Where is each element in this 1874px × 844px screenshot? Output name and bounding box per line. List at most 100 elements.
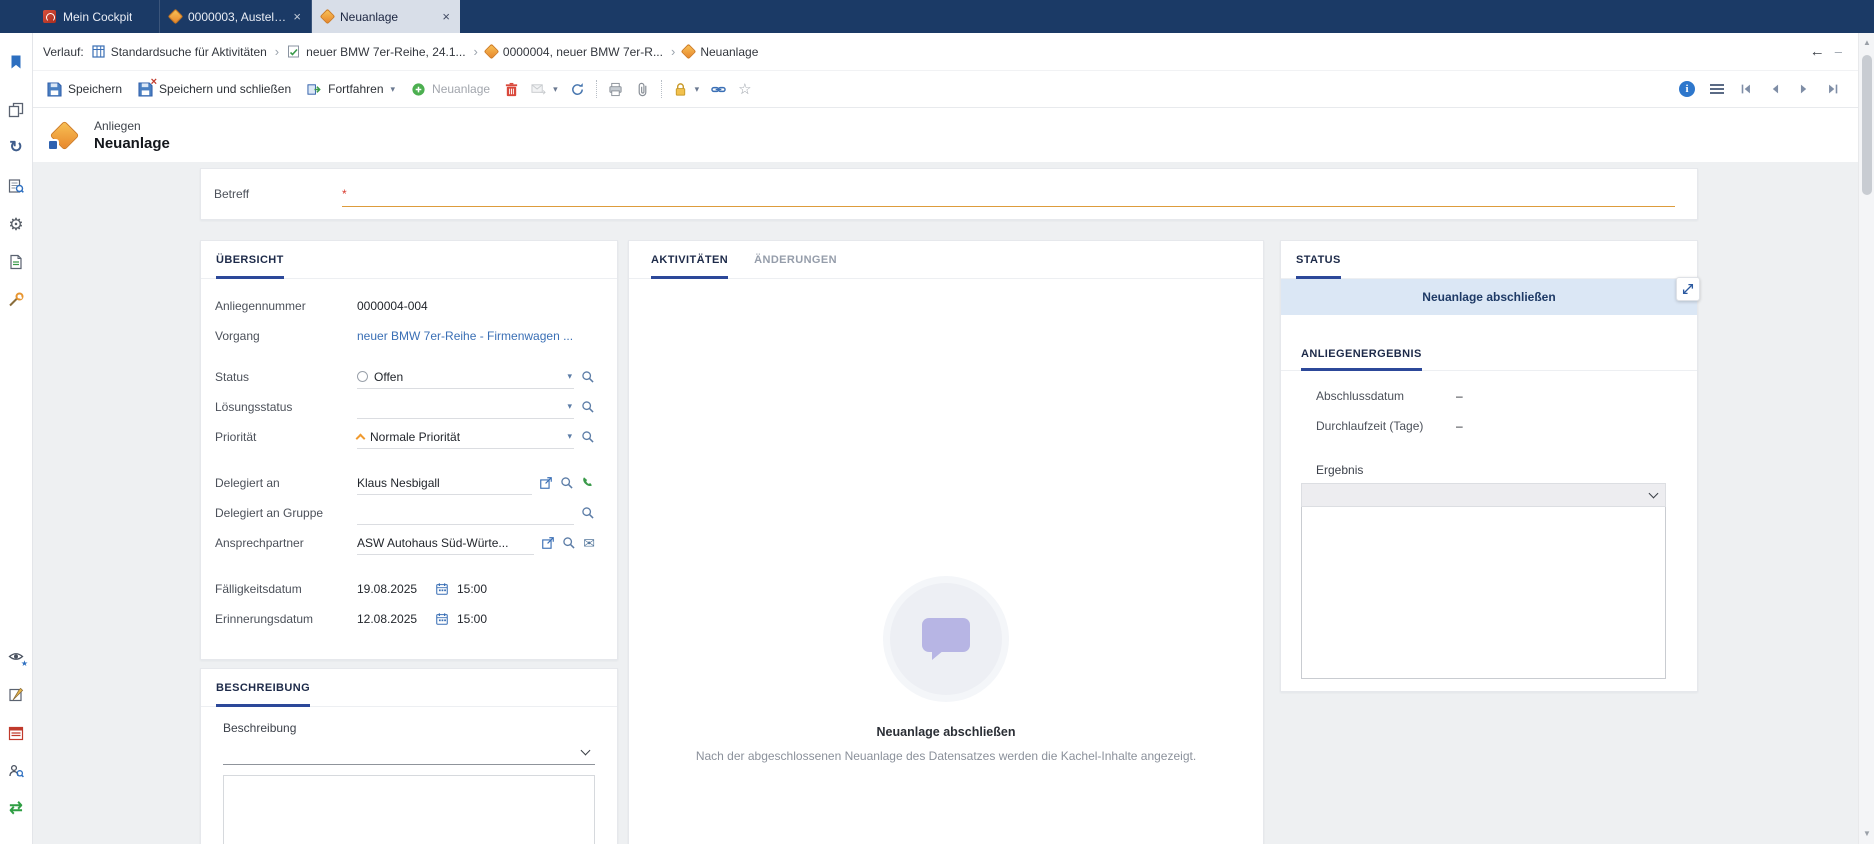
search-icon[interactable] xyxy=(581,430,595,444)
permissions-button[interactable]: ▾ xyxy=(667,76,706,102)
left-icon-sidebar: ↻ ⚙ ★ ⇄ xyxy=(0,33,33,844)
open-record-icon[interactable] xyxy=(539,476,553,490)
print-button[interactable] xyxy=(602,76,629,102)
expand-panel-button[interactable] xyxy=(1676,277,1700,301)
search-icon[interactable] xyxy=(560,476,574,490)
breadcrumb-prefix: Verlauf: xyxy=(43,45,84,59)
attachment-button[interactable] xyxy=(629,76,656,102)
search-icon[interactable] xyxy=(581,400,595,414)
calendar-picker-icon[interactable] xyxy=(435,582,449,596)
history-back-button[interactable]: ← xyxy=(1810,44,1825,59)
sidebar-calendar-button[interactable] xyxy=(3,720,29,746)
sidebar-contact-search-button[interactable] xyxy=(3,758,29,784)
chevron-down-icon: ▾ xyxy=(567,431,574,442)
next-page-button[interactable] xyxy=(1797,82,1811,96)
new-record-button[interactable]: Neuanlage xyxy=(403,76,498,102)
breadcrumb-item-activity-search[interactable]: Standardsuche für Aktivitäten xyxy=(92,45,267,59)
search-icon[interactable] xyxy=(581,506,595,520)
scroll-up-icon[interactable]: ▲ xyxy=(1859,35,1874,51)
vertical-scrollbar[interactable]: ▲ ▼ xyxy=(1858,33,1874,844)
loesungsstatus-select[interactable]: ▾ xyxy=(357,395,574,419)
calendar-picker-icon[interactable] xyxy=(435,612,449,626)
close-icon[interactable]: × xyxy=(442,10,450,23)
sidebar-tools-button[interactable] xyxy=(3,287,29,313)
status-state-icon xyxy=(357,371,368,382)
tab-anliegen-0000003[interactable]: 0000003, Austellung ... × xyxy=(160,0,312,33)
sidebar-history-button[interactable]: ↻ xyxy=(3,135,29,161)
record-badge xyxy=(47,139,59,151)
betreff-input[interactable]: * xyxy=(342,181,1675,207)
note-icon xyxy=(8,687,24,703)
ergebnis-select[interactable] xyxy=(1301,483,1666,507)
scrollbar-thumb[interactable] xyxy=(1862,55,1872,195)
email-icon[interactable]: ✉ xyxy=(583,536,595,550)
tab-uebersicht[interactable]: ÜBERSICHT xyxy=(216,241,284,278)
tab-beschreibung[interactable]: BESCHREIBUNG xyxy=(216,669,310,706)
collapse-history-button[interactable]: – xyxy=(1835,45,1842,58)
refresh-button[interactable] xyxy=(564,76,591,102)
send-icon xyxy=(531,82,546,97)
search-icon[interactable] xyxy=(581,370,595,384)
save-and-close-button[interactable]: × Speichern und schließen xyxy=(130,76,299,102)
vorgang-link[interactable]: neuer BMW 7er-Reihe - Firmenwagen ... xyxy=(357,329,573,343)
sidebar-windows-button[interactable] xyxy=(3,97,29,123)
field-anliegennummer: Anliegennummer 0000004-004 xyxy=(201,291,617,321)
favorite-button[interactable]: ☆ xyxy=(732,76,757,102)
prioritaet-select[interactable]: Normale Priorität ▾ xyxy=(357,425,574,449)
beschreibung-template-select[interactable] xyxy=(223,741,595,765)
scroll-down-icon[interactable]: ▼ xyxy=(1859,826,1874,842)
ergebnis-textarea[interactable] xyxy=(1301,507,1666,679)
time-input[interactable]: 15:00 xyxy=(457,582,487,596)
paperclip-icon xyxy=(635,82,650,97)
sidebar-visibility-button[interactable]: ★ xyxy=(3,644,29,670)
last-page-button[interactable] xyxy=(1826,82,1840,96)
breadcrumb-item-vorgang[interactable]: neuer BMW 7er-Reihe, 24.1... xyxy=(287,45,465,59)
delegiert-an-gruppe-input[interactable] xyxy=(357,501,574,525)
tab-neuanlage[interactable]: Neuanlage × xyxy=(312,0,460,33)
time-input[interactable]: 15:00 xyxy=(457,612,487,626)
application-window: Mein Cockpit 0000003, Austellung ... × N… xyxy=(0,0,1874,844)
ansprechpartner-input[interactable]: ASW Autohaus Süd-Würte... xyxy=(357,531,534,555)
first-page-button[interactable] xyxy=(1739,82,1753,96)
delete-button[interactable] xyxy=(498,76,525,102)
sidebar-bookmark-button[interactable] xyxy=(3,49,29,75)
breadcrumb-item-neuanlage[interactable]: Neuanlage xyxy=(683,45,758,59)
anliegen-icon xyxy=(484,44,500,60)
previous-page-button[interactable] xyxy=(1768,82,1782,96)
date-input[interactable]: 12.08.2025 xyxy=(357,612,435,626)
breadcrumb-item-anliegen[interactable]: 0000004, neuer BMW 7er-R... xyxy=(486,45,663,59)
sidebar-sync-button[interactable]: ⇄ xyxy=(3,796,29,822)
field-erinnerungsdatum: Erinnerungsdatum 12.08.2025 15:00 xyxy=(201,604,617,634)
link-icon xyxy=(711,82,726,97)
sidebar-settings-button[interactable]: ⚙ xyxy=(3,211,29,237)
send-button[interactable]: ▾ xyxy=(525,76,564,102)
delegiert-an-input[interactable]: Klaus Nesbigall xyxy=(357,471,532,495)
search-icon[interactable] xyxy=(562,536,576,550)
tab-anliegenergebnis[interactable]: ANLIEGENERGEBNIS xyxy=(1301,337,1422,370)
close-icon[interactable]: × xyxy=(293,10,301,23)
ergebnis-label: Ergebnis xyxy=(1281,441,1697,483)
tab-aenderungen[interactable]: ÄNDERUNGEN xyxy=(754,241,837,278)
list-view-button[interactable] xyxy=(1710,84,1724,94)
continue-button[interactable]: Fortfahren ▾ xyxy=(299,76,403,102)
sidebar-notes-button[interactable] xyxy=(3,682,29,708)
tab-aktivitaeten[interactable]: AKTIVITÄTEN xyxy=(651,241,728,278)
status-select[interactable]: Offen ▾ xyxy=(357,365,574,389)
phone-icon[interactable] xyxy=(581,476,595,490)
sidebar-search-form-button[interactable] xyxy=(3,173,29,199)
link-button[interactable] xyxy=(705,76,732,102)
status-card: STATUS Neuanlage abschließen ANLIEGENERG… xyxy=(1280,240,1698,692)
info-button[interactable]: i xyxy=(1679,81,1695,97)
save-button[interactable]: Speichern xyxy=(39,76,130,102)
bookmark-icon xyxy=(8,54,24,70)
field-durchlaufzeit: Durchlaufzeit (Tage) – xyxy=(1281,411,1697,441)
neuanlage-abschliessen-button[interactable]: Neuanlage abschließen xyxy=(1281,279,1697,315)
tab-label: Neuanlage xyxy=(340,10,398,24)
beschreibung-textarea[interactable] xyxy=(223,775,595,844)
open-record-icon[interactable] xyxy=(541,536,555,550)
sidebar-document-button[interactable] xyxy=(3,249,29,275)
tab-status[interactable]: STATUS xyxy=(1296,241,1341,278)
cockpit-icon xyxy=(43,10,56,23)
tab-mein-cockpit[interactable]: Mein Cockpit xyxy=(33,0,160,33)
date-input[interactable]: 19.08.2025 xyxy=(357,582,435,596)
